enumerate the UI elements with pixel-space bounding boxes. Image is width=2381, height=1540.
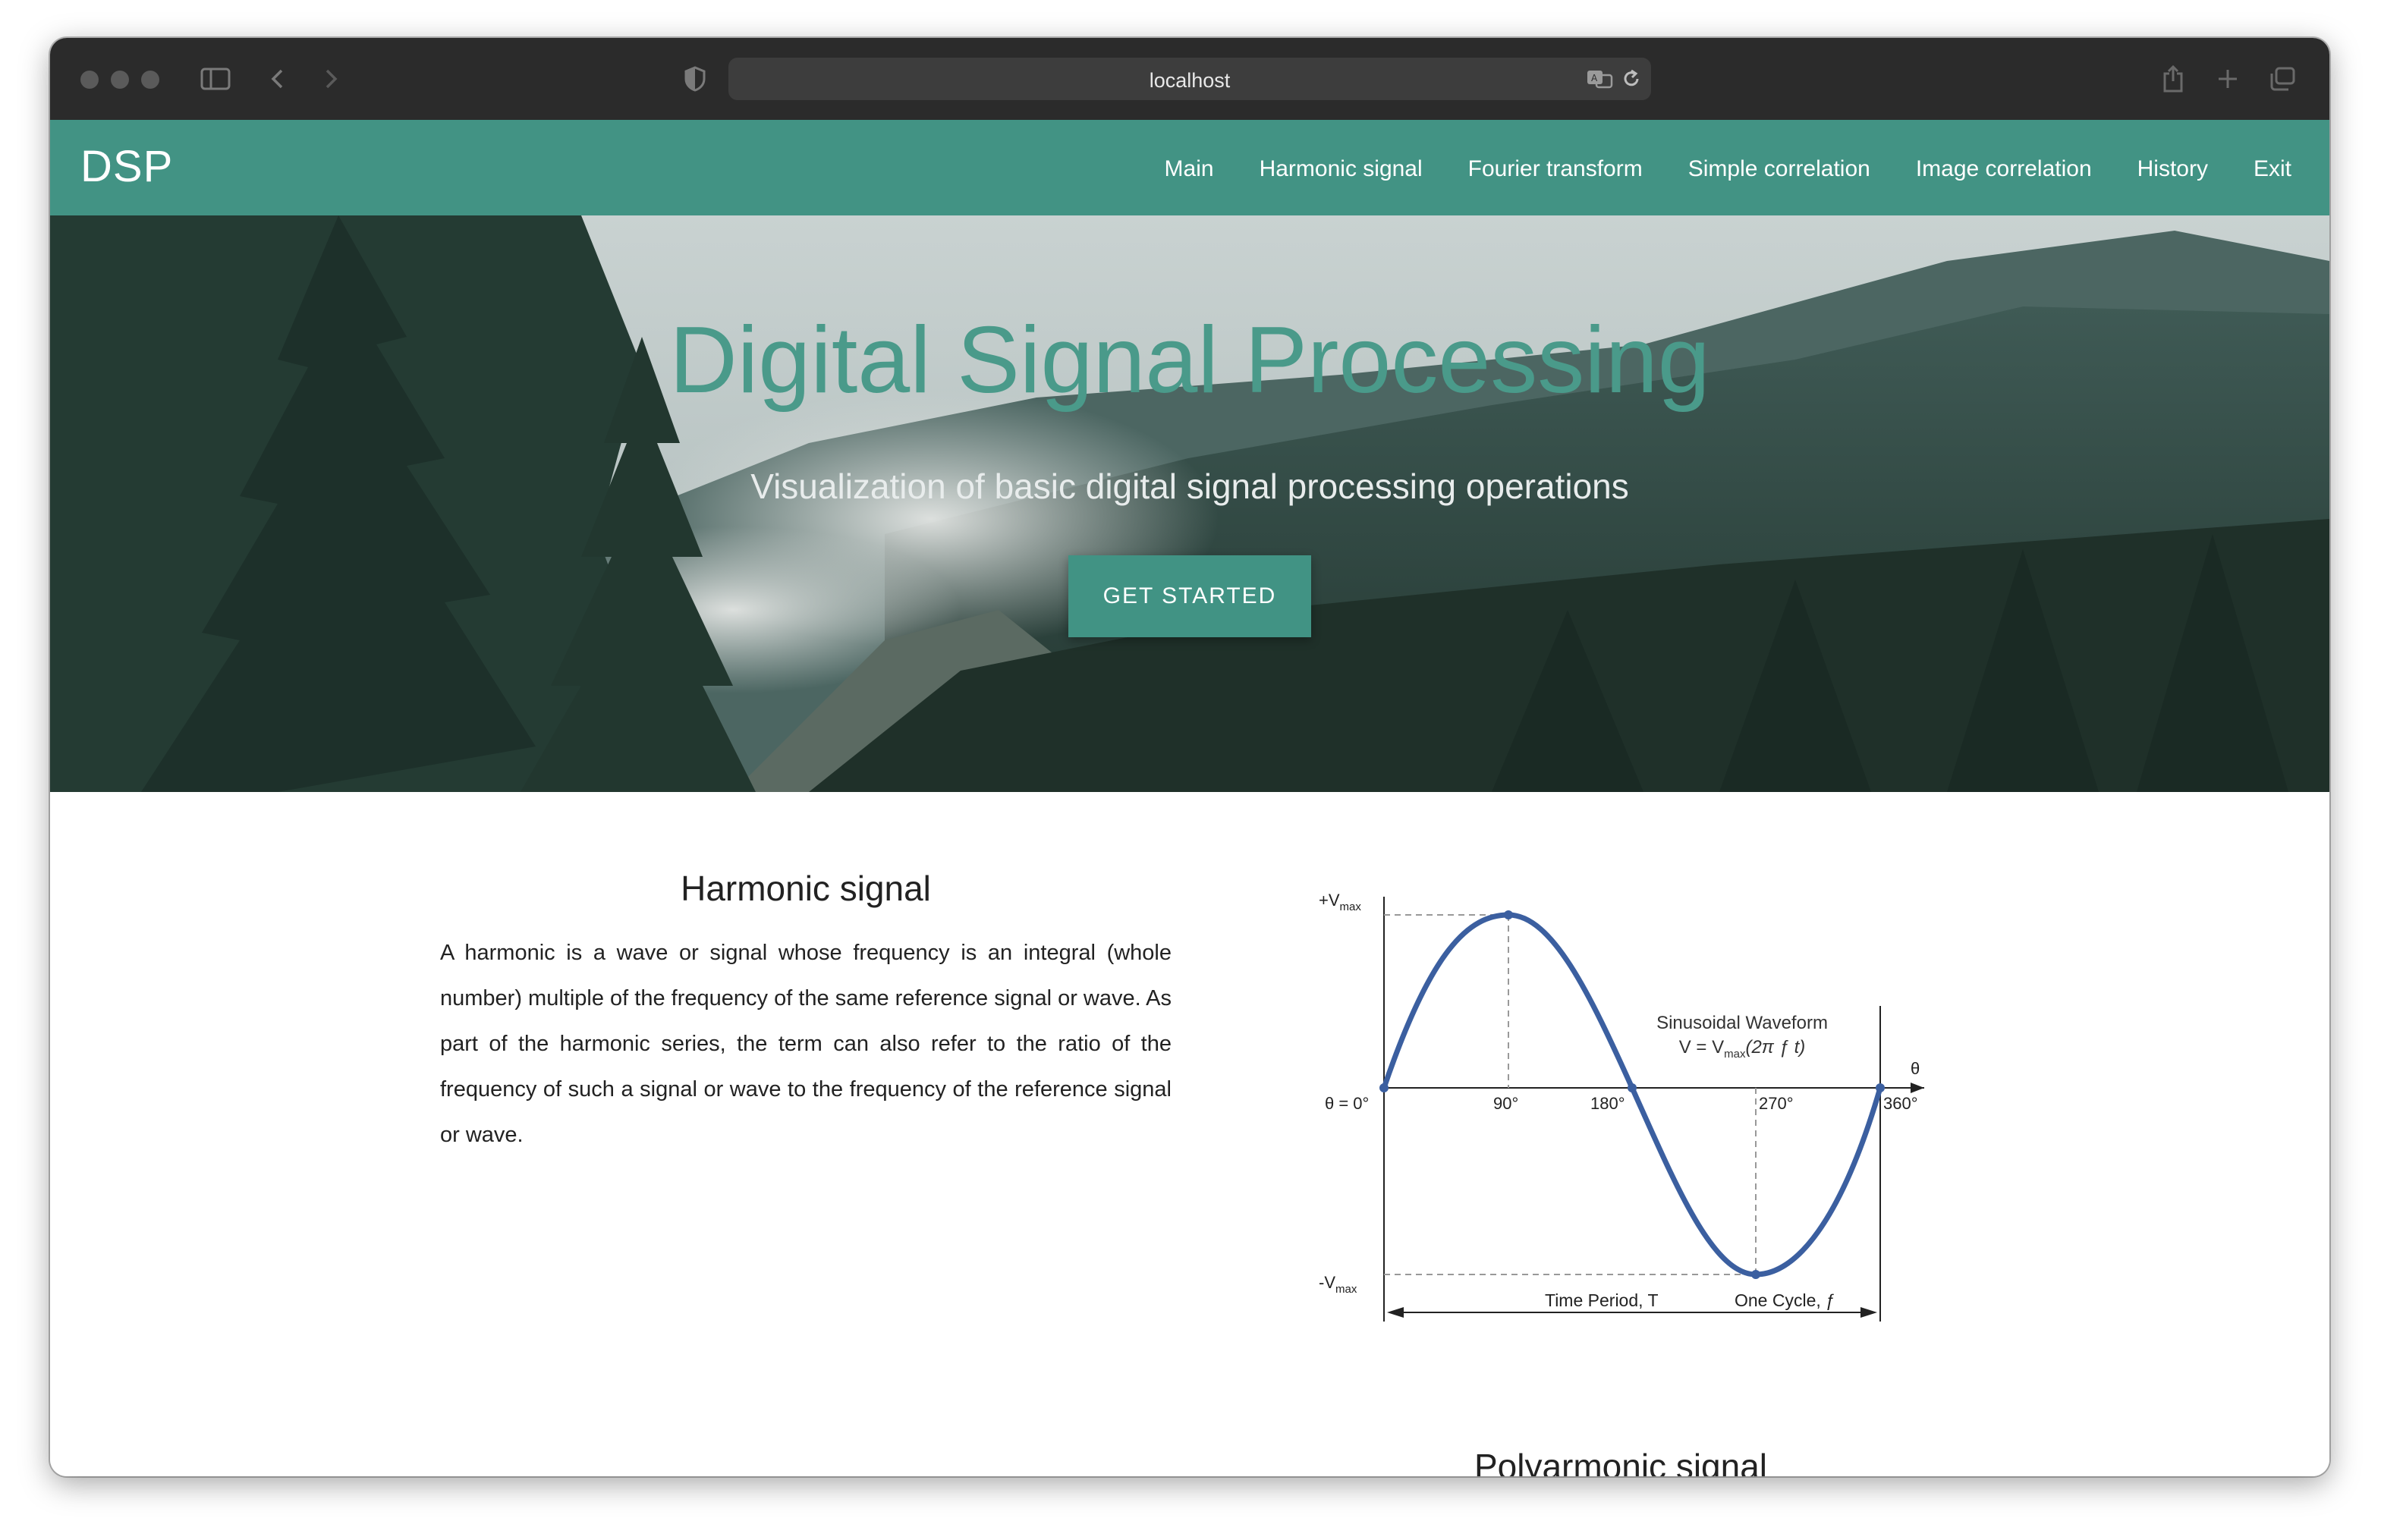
- browser-toolbar: localhost A: [50, 38, 2329, 120]
- section-description: A harmonic is a wave or signal whose fre…: [440, 941, 1172, 1147]
- back-arrow-icon[interactable]: [263, 61, 293, 97]
- nav-link-harmonic-signal[interactable]: Harmonic signal: [1260, 156, 1423, 182]
- waveform-title: Sinusoidal Waveform: [1656, 1013, 1828, 1033]
- brand-logo[interactable]: DSP: [80, 141, 173, 192]
- nav-link-simple-correlation[interactable]: Simple correlation: [1688, 156, 1870, 182]
- close-window-button[interactable]: [80, 71, 99, 89]
- deg-270-label: 270°: [1759, 1094, 1794, 1113]
- next-section-title: Polyarmonic signal: [1474, 1447, 1768, 1476]
- sine-wave: [1381, 912, 1883, 1278]
- minimize-window-button[interactable]: [111, 71, 129, 89]
- period-arrow-right: [1860, 1307, 1877, 1318]
- translate-icon[interactable]: A: [1584, 61, 1615, 97]
- deg-90-label: 90°: [1493, 1094, 1518, 1113]
- x-axis-arrowhead: [1911, 1083, 1924, 1093]
- share-icon[interactable]: [2158, 61, 2188, 97]
- svg-text:A: A: [1591, 73, 1598, 83]
- zoom-window-button[interactable]: [141, 71, 159, 89]
- nav-links: Main Harmonic signal Fourier transform S…: [1165, 156, 2291, 182]
- hero-banner: Digital Signal Processing Visualization …: [50, 215, 2329, 792]
- sinusoidal-waveform-diagram: +Vmax -Vmax θ = 0° 90° 180° 270° 360° θ …: [1319, 891, 1924, 1322]
- wave-point-270: [1751, 1270, 1760, 1279]
- url-text: localhost: [1149, 69, 1231, 92]
- nav-link-fourier-transform[interactable]: Fourier transform: [1468, 156, 1643, 182]
- site-navbar: DSP Main Harmonic signal Fourier transfo…: [50, 120, 2329, 215]
- browser-window: localhost A DSP Main Harmonic signal Fou…: [50, 38, 2329, 1476]
- reload-icon[interactable]: [1618, 61, 1645, 97]
- get-started-button[interactable]: GET STARTED: [1068, 555, 1311, 637]
- wave-point-0: [1379, 1083, 1389, 1092]
- one-cycle-label: One Cycle, ƒ: [1735, 1290, 1835, 1310]
- theta-axis-label: θ: [1911, 1059, 1920, 1078]
- new-tab-icon[interactable]: [2213, 61, 2243, 97]
- section-title: Harmonic signal: [681, 869, 931, 908]
- main-content: Harmonic signal A harmonic is a wave or …: [50, 792, 2329, 1476]
- forward-arrow-icon[interactable]: [316, 61, 346, 97]
- nav-link-exit[interactable]: Exit: [2254, 156, 2291, 182]
- deg-360-label: 360°: [1883, 1094, 1918, 1113]
- theta-zero-label: θ = 0°: [1325, 1094, 1369, 1113]
- vmax-label: +Vmax: [1319, 891, 1361, 913]
- waveform-formula: V = Vmax(2π ƒ t): [1679, 1037, 1805, 1061]
- privacy-shield-icon[interactable]: [680, 61, 710, 97]
- hero-title: Digital Signal Processing: [669, 308, 1710, 413]
- nav-link-main[interactable]: Main: [1165, 156, 1214, 182]
- deg-180-label: 180°: [1590, 1094, 1625, 1113]
- vmin-label: -Vmax: [1319, 1273, 1357, 1296]
- nav-link-image-correlation[interactable]: Image correlation: [1916, 156, 2092, 182]
- period-arrow-left: [1387, 1307, 1404, 1318]
- sidebar-icon[interactable]: [197, 61, 234, 97]
- tab-overview-icon[interactable]: [2266, 61, 2299, 97]
- address-bar[interactable]: localhost A: [728, 58, 1651, 100]
- nav-link-history[interactable]: History: [2137, 156, 2208, 182]
- wave-point-90: [1504, 910, 1513, 919]
- time-period-label: Time Period, T: [1545, 1290, 1659, 1310]
- hero-subtitle: Visualization of basic digital signal pr…: [750, 467, 1629, 506]
- wave-point-360: [1876, 1083, 1885, 1092]
- wave-point-180: [1628, 1083, 1637, 1092]
